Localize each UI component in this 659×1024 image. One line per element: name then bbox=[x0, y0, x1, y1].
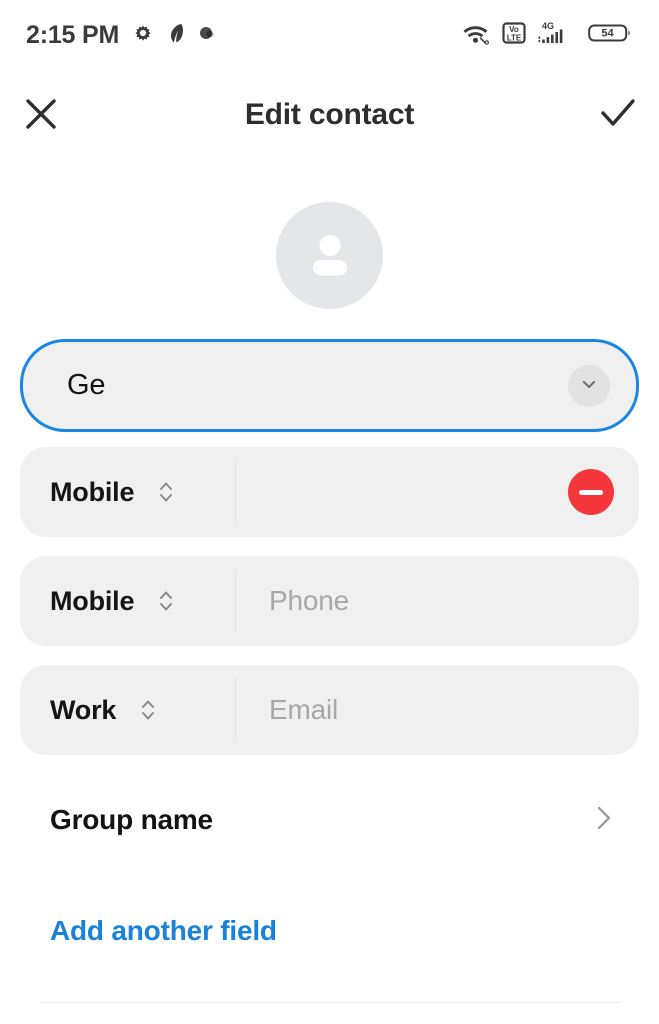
circle-icon bbox=[199, 25, 215, 46]
bottom-divider bbox=[40, 1002, 620, 1003]
type-selector-0[interactable]: Mobile bbox=[20, 447, 235, 537]
type-selector-1[interactable]: Mobile bbox=[20, 556, 235, 646]
page-title: Edit contact bbox=[244, 98, 415, 131]
email-input[interactable]: Email bbox=[236, 665, 639, 755]
signal-4g-icon: 4G bbox=[537, 20, 577, 51]
status-bar-right: Vo LTE 4G 54 bbox=[461, 20, 633, 51]
volte-icon: Vo LTE bbox=[502, 21, 526, 50]
chevron-up-down-icon bbox=[138, 696, 158, 724]
save-button[interactable] bbox=[577, 70, 659, 160]
type-label-2: Work bbox=[50, 694, 117, 725]
check-icon bbox=[597, 93, 639, 138]
svg-text:4G: 4G bbox=[542, 21, 554, 31]
contact-row-2: Work Email bbox=[20, 665, 639, 755]
contact-row-0: Mobile bbox=[20, 447, 639, 537]
person-icon bbox=[299, 222, 361, 289]
feather-icon bbox=[167, 22, 186, 49]
type-label-1: Mobile bbox=[50, 585, 135, 616]
close-icon bbox=[21, 94, 61, 137]
close-button[interactable] bbox=[0, 70, 82, 160]
minus-icon bbox=[579, 489, 603, 495]
battery-icon: 54 bbox=[588, 21, 633, 50]
type-selector-2[interactable]: Work bbox=[20, 665, 235, 755]
type-label-0: Mobile bbox=[50, 476, 135, 507]
add-another-field-button[interactable]: Add another field bbox=[50, 915, 277, 947]
edit-contact-screen: 2:15 PM Vo LTE 4G 54 Edit contact Ge Mob… bbox=[0, 0, 659, 1024]
chevron-up-down-icon bbox=[156, 587, 176, 615]
name-input-value[interactable]: Ge bbox=[23, 369, 105, 402]
chevron-up-down-icon bbox=[156, 478, 176, 506]
expand-name-button[interactable] bbox=[568, 364, 610, 407]
phone-input[interactable]: Phone bbox=[236, 556, 639, 646]
battery-level-text: 54 bbox=[601, 27, 614, 39]
name-field[interactable]: Ge bbox=[20, 339, 639, 432]
wifi-icon bbox=[461, 21, 491, 50]
email-placeholder: Email bbox=[269, 694, 339, 725]
contact-row-1: Mobile Phone bbox=[20, 556, 639, 646]
value-input-0[interactable] bbox=[236, 447, 568, 537]
remove-row-button-0[interactable] bbox=[568, 469, 614, 515]
group-name-label: Group name bbox=[50, 804, 213, 835]
svg-text:LTE: LTE bbox=[507, 33, 522, 42]
avatar[interactable] bbox=[276, 202, 383, 309]
status-bar-clock: 2:15 PM bbox=[26, 20, 120, 49]
gear-icon bbox=[132, 22, 154, 49]
chevron-down-icon bbox=[579, 374, 599, 397]
phone-placeholder: Phone bbox=[269, 585, 349, 616]
status-bar: 2:15 PM Vo LTE 4G 54 bbox=[0, 0, 659, 70]
group-name-row[interactable]: Group name bbox=[20, 782, 639, 858]
avatar-container bbox=[0, 202, 659, 309]
app-header: Edit contact bbox=[0, 70, 659, 160]
status-bar-left: 2:15 PM bbox=[26, 21, 215, 50]
chevron-right-icon bbox=[591, 801, 617, 840]
